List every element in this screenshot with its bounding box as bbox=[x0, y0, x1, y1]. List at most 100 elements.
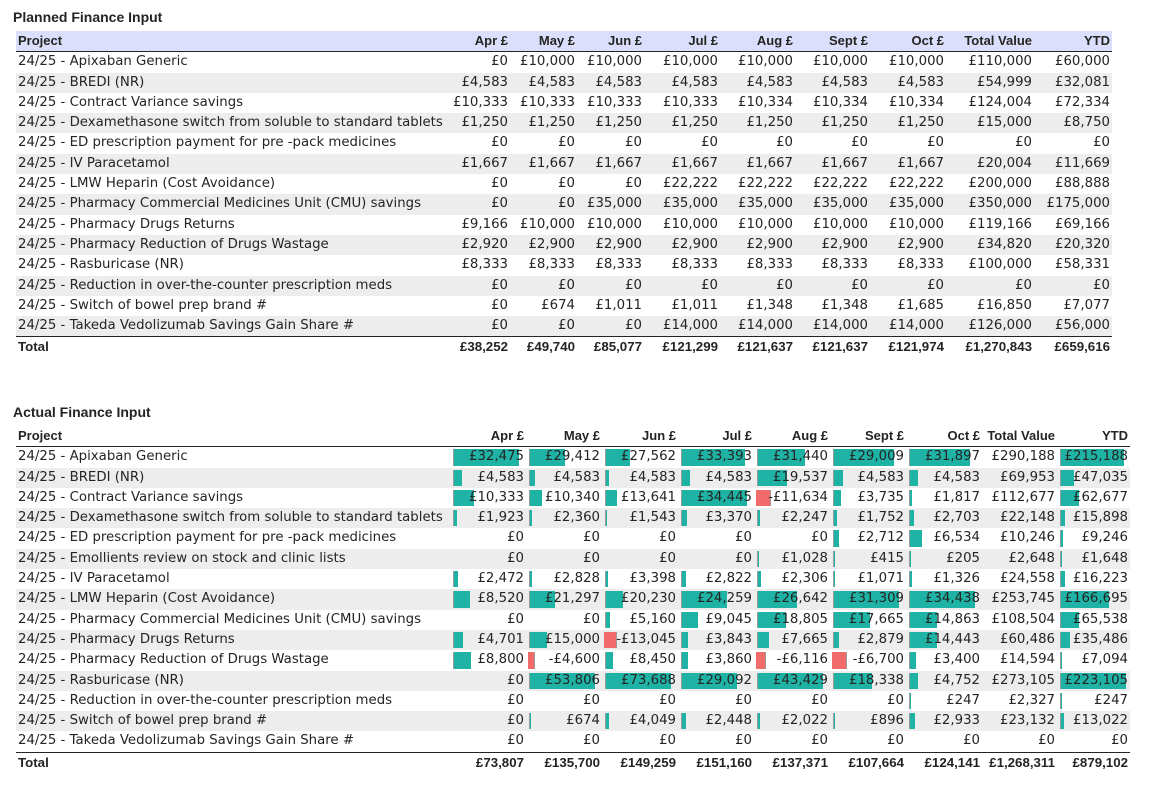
data-bar-axis bbox=[846, 652, 847, 669]
value-cell-total-value: £253,745 bbox=[982, 589, 1057, 610]
table-row[interactable]: 24/25 - ED prescription payment for pre … bbox=[16, 133, 1112, 153]
project-name-cell: 24/25 - Takeda Vedolizumab Savings Gain … bbox=[16, 731, 450, 752]
column-header-project[interactable]: Project▲ bbox=[16, 426, 450, 447]
cell-value: £35,486 bbox=[1073, 631, 1128, 647]
cell-value: 24/25 - Reduction in over-the-counter pr… bbox=[18, 692, 393, 708]
column-header-sept[interactable]: Sept £ bbox=[830, 426, 906, 447]
cell-value: £10,000 bbox=[738, 54, 793, 70]
cell-value: £0 bbox=[491, 297, 508, 313]
column-header-jun[interactable]: Jun £ bbox=[602, 426, 678, 447]
cell-value: £1,250 bbox=[528, 115, 575, 131]
column-header-may[interactable]: May £ bbox=[526, 426, 602, 447]
table-row[interactable]: 24/25 - IV Paracetamol £1,667 £1,667 £1,667… bbox=[16, 153, 1112, 175]
table-row[interactable]: 24/25 - Contract Variance savings £10,333… bbox=[16, 488, 1130, 508]
value-cell-jul: £3,370 bbox=[678, 508, 754, 529]
value-cell-jun: £0 bbox=[602, 691, 678, 711]
value-cell-ytd: £20,320 bbox=[1034, 234, 1112, 256]
table-row[interactable]: 24/25 - Pharmacy Reduction of Drugs Wast… bbox=[16, 234, 1112, 256]
table-row[interactable]: 24/25 - Reduction in over-the-counter pr… bbox=[16, 275, 1112, 296]
table-row[interactable]: 24/25 - Apixaban Generic £32,475 £29,412 £2… bbox=[16, 447, 1130, 468]
cell-value: £14,000 bbox=[813, 318, 868, 334]
column-header-sept[interactable]: Sept £ bbox=[795, 31, 870, 52]
value-cell-may: £2,900 bbox=[510, 234, 577, 256]
data-bar-axis bbox=[453, 510, 454, 527]
column-header-aug[interactable]: Aug £ bbox=[754, 426, 830, 447]
column-header-may[interactable]: May £ bbox=[510, 31, 577, 52]
table-row[interactable]: 24/25 - LMW Heparin (Cost Avoidance) £0 £0… bbox=[16, 174, 1112, 194]
column-header-jul[interactable]: Jul £ bbox=[644, 31, 720, 52]
column-header-oct[interactable]: Oct £ bbox=[870, 31, 946, 52]
table-row[interactable]: 24/25 - Reduction in over-the-counter pr… bbox=[16, 691, 1130, 711]
cell-value: £0 bbox=[583, 611, 600, 627]
value-cell-oct: £22,222 bbox=[870, 174, 946, 194]
cell-value: 24/25 - Emollients review on stock and c… bbox=[18, 550, 346, 566]
table-row[interactable]: 24/25 - Takeda Vedolizumab Savings Gain … bbox=[16, 316, 1112, 337]
table-row[interactable]: 24/25 - Takeda Vedolizumab Savings Gain … bbox=[16, 731, 1130, 752]
table-row[interactable]: 24/25 - Switch of bowel prep brand # £0 £6… bbox=[16, 296, 1112, 316]
cell-value: 24/25 - IV Paracetamol bbox=[18, 155, 170, 171]
table-row[interactable]: 24/25 - Dexamethasone switch from solubl… bbox=[16, 508, 1130, 529]
table-row[interactable]: 24/25 - Switch of bowel prep brand # £0 £6… bbox=[16, 711, 1130, 732]
cell-value: £5,160 bbox=[629, 611, 676, 627]
table-row[interactable]: 24/25 - BREDI (NR) £4,583 £4,583 £4,583 £4,5… bbox=[16, 72, 1112, 93]
total-value-jul: £121,299 bbox=[662, 339, 718, 355]
table-row[interactable]: 24/25 - Rasburicase (NR) £8,333 £8,333 £8,3… bbox=[16, 255, 1112, 275]
column-header-total-value[interactable]: Total Value bbox=[982, 426, 1057, 447]
cell-value: £2,712 bbox=[857, 530, 904, 546]
table-row[interactable]: 24/25 - BREDI (NR) £4,583 £4,583 £4,583 £4,5… bbox=[16, 467, 1130, 488]
column-header-apr[interactable]: Apr £ bbox=[450, 426, 526, 447]
column-header-ytd[interactable]: YTD bbox=[1057, 426, 1130, 447]
value-cell-jun: £0 bbox=[577, 316, 644, 337]
value-cell-apr: £1,250 bbox=[443, 113, 510, 134]
column-header-project[interactable]: Project▲ bbox=[16, 31, 443, 52]
cell-value: £4,583 bbox=[595, 74, 642, 90]
table-row[interactable]: 24/25 - Pharmacy Commercial Medicines Un… bbox=[16, 610, 1130, 630]
value-cell-may: £0 bbox=[526, 731, 602, 752]
value-cell-jun: £0 bbox=[602, 548, 678, 570]
table-row[interactable]: 24/25 - IV Paracetamol £2,472 £2,828 £3,398… bbox=[16, 569, 1130, 589]
table-row[interactable]: 24/25 - Contract Variance savings £10,333… bbox=[16, 93, 1112, 113]
cell-value: £13,022 bbox=[1073, 713, 1128, 729]
cell-value: 24/25 - Contract Variance savings bbox=[18, 94, 244, 110]
column-header-aug[interactable]: Aug £ bbox=[720, 31, 795, 52]
table-row[interactable]: 24/25 - Apixaban Generic £0 £10,000 £10,000… bbox=[16, 52, 1112, 73]
value-cell-aug: £19,537 bbox=[754, 467, 830, 488]
table-row[interactable]: 24/25 - Pharmacy Reduction of Drugs Wast… bbox=[16, 650, 1130, 670]
column-header-ytd[interactable]: YTD bbox=[1034, 31, 1112, 52]
value-cell-total-value: £15,000 bbox=[946, 113, 1034, 134]
value-cell-jul: £2,900 bbox=[644, 234, 720, 256]
data-bar-axis bbox=[529, 591, 530, 608]
table-row[interactable]: 24/25 - LMW Heparin (Cost Avoidance) £8,5… bbox=[16, 589, 1130, 610]
value-cell-apr: £0 bbox=[443, 133, 510, 153]
column-header-apr[interactable]: Apr £ bbox=[443, 31, 510, 52]
value-cell-apr: £0 bbox=[443, 194, 510, 215]
data-bar-axis bbox=[681, 631, 682, 649]
table-row[interactable]: 24/25 - Pharmacy Drugs Returns £4,701 £15,… bbox=[16, 629, 1130, 651]
table-row[interactable]: 24/25 - Pharmacy Commercial Medicines Un… bbox=[16, 194, 1112, 215]
value-cell-total-value: £22,148 bbox=[982, 508, 1057, 529]
cell-value: £0 bbox=[887, 692, 904, 708]
positive-data-bar bbox=[909, 469, 918, 486]
cell-value: £4,583 bbox=[477, 469, 524, 485]
cell-value: £35,000 bbox=[587, 196, 642, 212]
cell-value: £0 bbox=[735, 550, 752, 566]
column-header-jun[interactable]: Jun £ bbox=[577, 31, 644, 52]
value-cell-may: £21,297 bbox=[526, 589, 602, 610]
value-cell-total-value: £110,000 bbox=[946, 52, 1034, 73]
cell-value: £1,667 bbox=[746, 155, 793, 171]
table-row[interactable]: 24/25 - ED prescription payment for pre … bbox=[16, 528, 1130, 548]
value-cell-aug: £8,333 bbox=[720, 255, 795, 275]
cell-value: £7,077 bbox=[1063, 297, 1110, 313]
value-cell-ytd: £215,188 bbox=[1057, 447, 1130, 468]
value-cell-aug: £7,665 bbox=[754, 629, 830, 651]
table-row[interactable]: 24/25 - Emollients review on stock and c… bbox=[16, 548, 1130, 570]
cell-value: £0 bbox=[927, 277, 944, 293]
table-row[interactable]: 24/25 - Pharmacy Drugs Returns £9,166 £10,… bbox=[16, 215, 1112, 235]
column-header-total-value[interactable]: Total Value bbox=[946, 31, 1034, 52]
column-header-oct[interactable]: Oct £ bbox=[906, 426, 982, 447]
table-row[interactable]: 24/25 - Rasburicase (NR) £0 £53,806 £73,688… bbox=[16, 670, 1130, 691]
value-cell-total-value: £0 bbox=[982, 731, 1057, 752]
table-row[interactable]: 24/25 - Dexamethasone switch from solubl… bbox=[16, 113, 1112, 134]
cell-value: 24/25 - Takeda Vedolizumab Savings Gain … bbox=[18, 318, 354, 334]
column-header-jul[interactable]: Jul £ bbox=[678, 426, 754, 447]
